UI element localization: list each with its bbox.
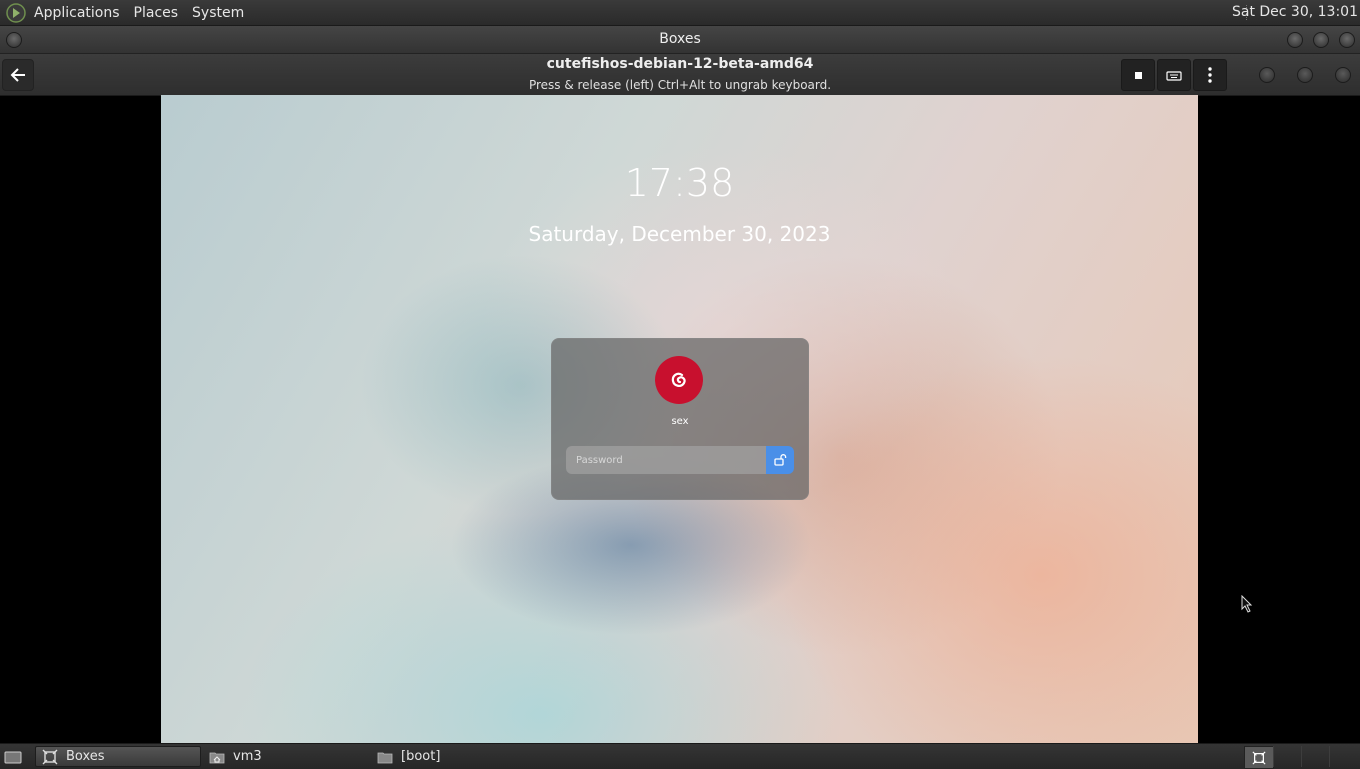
header-minimize-button[interactable] (1259, 67, 1275, 83)
more-options-button[interactable] (1193, 59, 1227, 91)
task-label: vm3 (233, 749, 262, 764)
stop-button[interactable] (1121, 59, 1155, 91)
window-title: Boxes (659, 31, 701, 47)
minimize-button[interactable] (1287, 32, 1303, 48)
top-panel: Applications Places System Sat Dec 30, 1… (0, 0, 1360, 26)
password-input[interactable] (566, 446, 766, 474)
close-button[interactable] (1339, 32, 1355, 48)
taskbar: Boxes vm3 [boot] (0, 743, 1360, 769)
lock-screen-date: Saturday, December 30, 2023 (528, 222, 831, 246)
header-bar: cutefishos-debian-12-beta-amd64 Press & … (0, 54, 1360, 96)
unlock-icon (774, 454, 787, 466)
menu-system[interactable]: System (192, 5, 244, 21)
header-maximize-button[interactable] (1297, 67, 1313, 83)
lock-screen-time: 17:38 (624, 161, 735, 205)
mouse-cursor-icon (1241, 595, 1253, 613)
stop-icon (1134, 71, 1142, 79)
menu-places[interactable]: Places (134, 5, 179, 21)
task-vm3[interactable]: vm3 (203, 746, 369, 767)
keyboard-grab-hint: Press & release (left) Ctrl+Alt to ungra… (528, 78, 832, 92)
debian-swirl-icon (671, 372, 686, 387)
vm-display[interactable]: 17:38 Saturday, December 30, 2023 sex (161, 95, 1198, 743)
folder-home-icon (209, 749, 225, 765)
keyboard-button[interactable] (1157, 59, 1191, 91)
task-label: [boot] (401, 749, 441, 764)
boxes-icon (1252, 750, 1266, 765)
workspace-3[interactable] (1301, 746, 1330, 767)
show-desktop-icon (4, 751, 22, 763)
workspace-2[interactable] (1273, 746, 1302, 767)
workspace-1[interactable] (1244, 746, 1274, 769)
kebab-menu-icon (1208, 67, 1212, 83)
user-avatar (655, 356, 703, 404)
vm-name: cutefishos-debian-12-beta-amd64 (546, 56, 814, 72)
window-title-bar[interactable]: Boxes (0, 26, 1360, 54)
window-menu-button[interactable] (6, 32, 22, 48)
task-boxes[interactable]: Boxes (35, 746, 201, 767)
menu-applications[interactable]: Applications (34, 5, 120, 21)
task-boot[interactable]: [boot] (371, 746, 537, 767)
login-card: sex (551, 338, 809, 500)
keyboard-icon (1166, 71, 1182, 81)
maximize-button[interactable] (1313, 32, 1329, 48)
distro-logo-icon[interactable] (6, 2, 26, 23)
panel-clock[interactable]: Sat Dec 30, 13:01 (1232, 4, 1358, 20)
workspace-4[interactable] (1329, 746, 1358, 767)
show-desktop-button[interactable] (0, 746, 30, 767)
header-close-button[interactable] (1335, 67, 1351, 83)
task-label: Boxes (66, 749, 105, 764)
boxes-icon (42, 749, 58, 765)
username-label: sex (671, 416, 689, 427)
unlock-button[interactable] (766, 446, 794, 474)
folder-icon (377, 749, 393, 765)
